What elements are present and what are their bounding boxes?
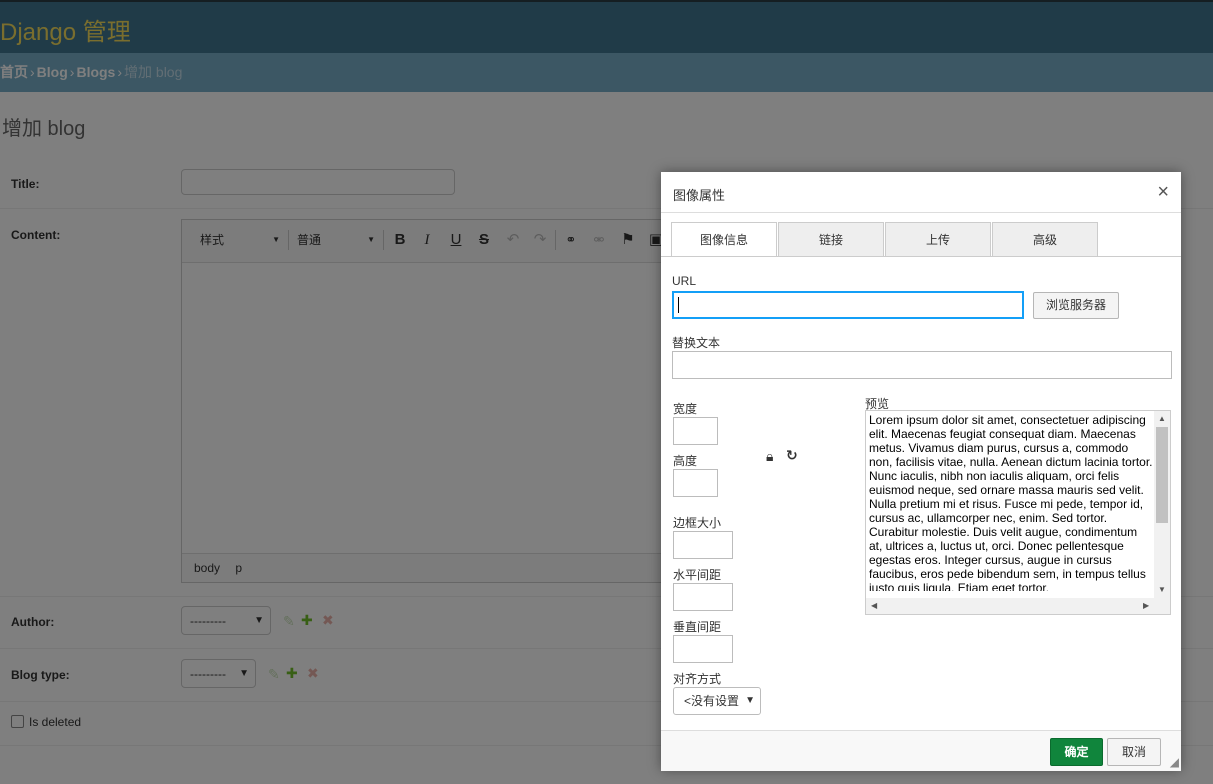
tab-upload[interactable]: 上传 bbox=[885, 222, 991, 256]
url-label: URL bbox=[672, 274, 697, 288]
resize-handle-icon[interactable]: ◢ bbox=[1170, 755, 1179, 769]
hspace-input[interactable] bbox=[673, 583, 733, 611]
image-preview[interactable]: Lorem ipsum dolor sit amet, consectetuer… bbox=[865, 410, 1171, 615]
tab-advanced[interactable]: 高级 bbox=[992, 222, 1098, 256]
preview-text: Lorem ipsum dolor sit amet, consectetuer… bbox=[869, 413, 1153, 591]
scroll-down-icon[interactable]: ▼ bbox=[1158, 585, 1166, 594]
ok-button[interactable]: 确定 bbox=[1050, 738, 1103, 766]
scroll-up-icon[interactable]: ▲ bbox=[1158, 414, 1166, 423]
cancel-button[interactable]: 取消 bbox=[1107, 738, 1161, 766]
border-label: 边框大小 bbox=[673, 516, 722, 530]
image-properties-dialog: 图像属性 × 图像信息 链接 上传 高级 URL 浏览服务器 替换文本 宽度 高… bbox=[661, 172, 1181, 771]
close-icon[interactable]: × bbox=[1157, 181, 1169, 204]
align-label: 对齐方式 bbox=[673, 672, 722, 686]
chevron-down-icon: ▼ bbox=[745, 695, 755, 706]
height-input[interactable] bbox=[673, 469, 718, 497]
scrollbar-thumb[interactable] bbox=[1156, 427, 1168, 523]
lock-icon[interactable]: 🔒︎ bbox=[766, 448, 773, 465]
tab-image-info[interactable]: 图像信息 bbox=[671, 222, 777, 257]
tab-link[interactable]: 链接 bbox=[778, 222, 884, 256]
vertical-scrollbar[interactable]: ▲ ▼ bbox=[1154, 411, 1170, 599]
alt-text-input[interactable] bbox=[672, 351, 1172, 379]
alt-text-label: 替换文本 bbox=[672, 336, 721, 350]
scroll-left-icon[interactable]: ◀ bbox=[871, 601, 877, 610]
align-select[interactable]: <没有设置 ▼ bbox=[673, 687, 761, 715]
dialog-header-divider bbox=[661, 212, 1181, 213]
dialog-title[interactable]: 图像属性 bbox=[673, 185, 725, 204]
tab-bar-divider bbox=[661, 256, 1181, 257]
text-caret bbox=[678, 297, 679, 313]
horizontal-scrollbar[interactable]: ◀ ▶ bbox=[866, 598, 1170, 614]
align-select-value: <没有设置 bbox=[684, 694, 740, 708]
height-label: 高度 bbox=[673, 454, 698, 468]
vspace-input[interactable] bbox=[673, 635, 733, 663]
vspace-label: 垂直间距 bbox=[673, 620, 722, 634]
reset-size-icon[interactable]: ↻ bbox=[786, 447, 798, 464]
scroll-right-icon[interactable]: ▶ bbox=[1143, 601, 1149, 610]
dialog-footer: 确定 取消 ◢ bbox=[661, 730, 1181, 771]
width-input[interactable] bbox=[673, 417, 718, 445]
width-label: 宽度 bbox=[673, 402, 698, 416]
border-input[interactable] bbox=[673, 531, 733, 559]
hspace-label: 水平间距 bbox=[673, 568, 722, 582]
url-input[interactable] bbox=[672, 291, 1024, 319]
browse-server-button[interactable]: 浏览服务器 bbox=[1033, 292, 1119, 319]
